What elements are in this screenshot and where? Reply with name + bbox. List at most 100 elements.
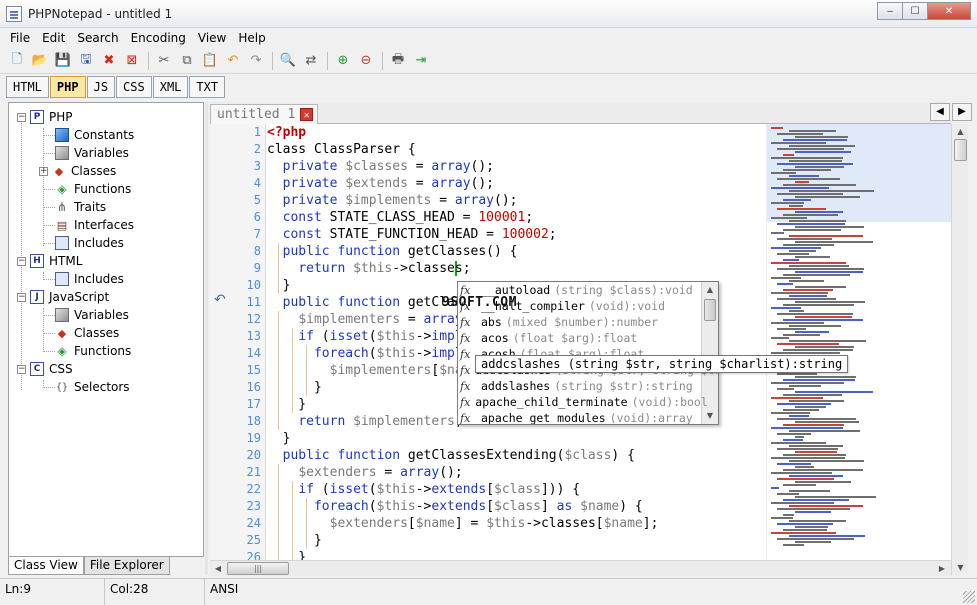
- collapse-icon[interactable]: −: [17, 112, 26, 122]
- scroll-thumb[interactable]: [954, 139, 967, 161]
- code-line[interactable]: }: [267, 396, 306, 413]
- menu-edit[interactable]: Edit: [36, 28, 71, 48]
- vertical-scrollbar[interactable]: ▲ ▼: [951, 124, 968, 575]
- menu-encoding[interactable]: Encoding: [125, 28, 192, 48]
- autocomplete-item[interactable]: fx abs (mixed $number):number: [460, 314, 700, 330]
- autocomplete-item[interactable]: fx apache_child_terminate (void):bool: [460, 394, 708, 410]
- copy-button[interactable]: ⧉: [176, 50, 198, 72]
- code-line[interactable]: private $classes = array();: [267, 158, 494, 175]
- code-line[interactable]: return $this->classes;: [267, 260, 470, 277]
- collapse-icon[interactable]: −: [17, 364, 26, 374]
- tab-prev-icon[interactable]: ◀: [930, 103, 950, 121]
- scroll-up-icon[interactable]: ▲: [953, 124, 968, 139]
- find-button[interactable]: 🔍: [277, 50, 299, 72]
- replace-button[interactable]: ⇄: [300, 50, 322, 72]
- scroll-thumb[interactable]: |||: [227, 562, 289, 575]
- tree-item-interfaces[interactable]: ▤ Interfaces: [55, 216, 134, 234]
- code-line[interactable]: }: [267, 532, 322, 549]
- code-line[interactable]: foreach($this->implem: [267, 345, 478, 362]
- code-line[interactable]: if (isset($this->extends[$class])) {: [267, 481, 580, 498]
- tree-node-html[interactable]: − H HTML: [17, 252, 82, 270]
- scroll-up-icon[interactable]: ▲: [703, 282, 717, 297]
- open-file-button[interactable]: 📂: [29, 50, 51, 72]
- tree-item-js-classes[interactable]: ◆ Classes: [55, 324, 119, 342]
- scroll-right-icon[interactable]: ▶: [934, 561, 950, 576]
- code-line[interactable]: $implementers = array(): [267, 311, 478, 328]
- code-line[interactable]: if (isset($this->implem: [267, 328, 478, 345]
- save-button[interactable]: 💾: [52, 50, 74, 72]
- code-line[interactable]: }: [267, 430, 291, 447]
- code-line[interactable]: const STATE_CLASS_HEAD = 100001;: [267, 209, 533, 226]
- code-line[interactable]: private $implements = array();: [267, 192, 518, 209]
- tree-item-functions[interactable]: ◈ Functions: [55, 180, 131, 198]
- code-line[interactable]: }: [267, 379, 322, 396]
- code-line[interactable]: return $implementers;: [267, 413, 462, 430]
- tree-item-constants[interactable]: Constants: [55, 126, 134, 144]
- horizontal-scrollbar[interactable]: ◀ ||| ▶: [210, 560, 951, 576]
- close-file-button[interactable]: ✖: [98, 50, 120, 72]
- tree-item-variables[interactable]: Variables: [55, 144, 129, 162]
- menu-view[interactable]: View: [192, 28, 232, 48]
- code-line[interactable]: }: [267, 549, 306, 560]
- tab-txt[interactable]: TXT: [189, 76, 226, 98]
- zoom-in-button[interactable]: ⊕: [332, 50, 354, 72]
- code-line[interactable]: foreach($this->extends[$class] as $name)…: [267, 498, 643, 515]
- tab-file-explorer[interactable]: File Explorer: [83, 557, 170, 575]
- tab-untitled-1[interactable]: untitled 1 ✕: [210, 104, 319, 124]
- tree-item-js-variables[interactable]: Variables: [55, 306, 129, 324]
- tab-css[interactable]: CSS: [116, 76, 152, 98]
- exit-button[interactable]: ⇥: [410, 50, 432, 72]
- tree-node-css[interactable]: − C CSS: [17, 360, 73, 378]
- tab-xml[interactable]: XML: [152, 76, 189, 98]
- code-line[interactable]: $implementers[$name: [267, 362, 479, 379]
- paste-button[interactable]: 📋: [199, 50, 221, 72]
- menu-help[interactable]: Help: [232, 28, 271, 48]
- code-line[interactable]: public function getClassesExtending($cla…: [267, 447, 635, 464]
- tree-item-classes[interactable]: + ◆ Classes: [39, 162, 116, 180]
- print-button[interactable]: 🖶: [387, 50, 409, 72]
- tree-item-includes[interactable]: Includes: [55, 234, 124, 252]
- tab-php[interactable]: PHP: [49, 76, 86, 98]
- close-button[interactable]: ✕: [927, 2, 971, 20]
- scroll-down-icon[interactable]: ▼: [703, 408, 717, 423]
- autocomplete-item[interactable]: fx acos (float $arg):float: [460, 330, 700, 346]
- tree-item-html-includes[interactable]: Includes: [55, 270, 124, 288]
- close-tab-icon[interactable]: ✕: [300, 108, 314, 121]
- tree-item-traits[interactable]: ⋔ Traits: [55, 198, 106, 216]
- new-file-button[interactable]: 🗋: [6, 50, 28, 72]
- scroll-thumb[interactable]: [704, 299, 716, 321]
- redo-button[interactable]: ↷: [245, 50, 267, 72]
- code-line[interactable]: const STATE_FUNCTION_HEAD = 100002;: [267, 226, 557, 243]
- tab-class-view[interactable]: Class View: [8, 557, 84, 575]
- tree-node-javascript[interactable]: − J JavaScript: [17, 288, 109, 306]
- save-all-button[interactable]: 🖫: [75, 50, 97, 72]
- resize-grip-icon[interactable]: [963, 591, 975, 603]
- panel-splitter[interactable]: [205, 102, 208, 575]
- tree-item-selectors[interactable]: {} Selectors: [55, 378, 130, 396]
- code-line[interactable]: $extenders = array();: [267, 464, 462, 481]
- tab-html[interactable]: HTML: [6, 76, 49, 98]
- autocomplete-item[interactable]: fx addslashes (string $str):string: [460, 378, 700, 394]
- maximize-button[interactable]: ☐: [902, 2, 928, 20]
- code-line[interactable]: public function getClasses() {: [267, 243, 518, 260]
- scroll-left-icon[interactable]: ◀: [210, 561, 226, 576]
- autocomplete-item[interactable]: fx apache_get_modules (void):array: [460, 410, 700, 424]
- close-all-button[interactable]: ⊠: [121, 50, 143, 72]
- expand-icon[interactable]: +: [39, 166, 48, 176]
- zoom-out-button[interactable]: ⊖: [355, 50, 377, 72]
- cut-button[interactable]: ✂: [153, 50, 175, 72]
- tab-next-icon[interactable]: ▶: [952, 103, 972, 121]
- collapse-icon[interactable]: −: [17, 256, 26, 266]
- code-line[interactable]: }: [267, 277, 291, 294]
- tree-node-php[interactable]: − P PHP: [17, 108, 73, 126]
- code-line[interactable]: private $extends = array();: [267, 175, 494, 192]
- minimize-button[interactable]: ‒: [877, 2, 903, 20]
- menu-file[interactable]: File: [4, 28, 36, 48]
- code-line[interactable]: <?php: [267, 124, 306, 141]
- code-line[interactable]: class ClassParser {: [267, 141, 416, 158]
- collapse-icon[interactable]: −: [17, 292, 26, 302]
- code-line[interactable]: $extenders[$name] = $this->classes[$name…: [267, 515, 659, 532]
- code-line[interactable]: public function getClas: [267, 294, 463, 311]
- menu-search[interactable]: Search: [71, 28, 124, 48]
- tree-item-js-functions[interactable]: ◈ Functions: [55, 342, 131, 360]
